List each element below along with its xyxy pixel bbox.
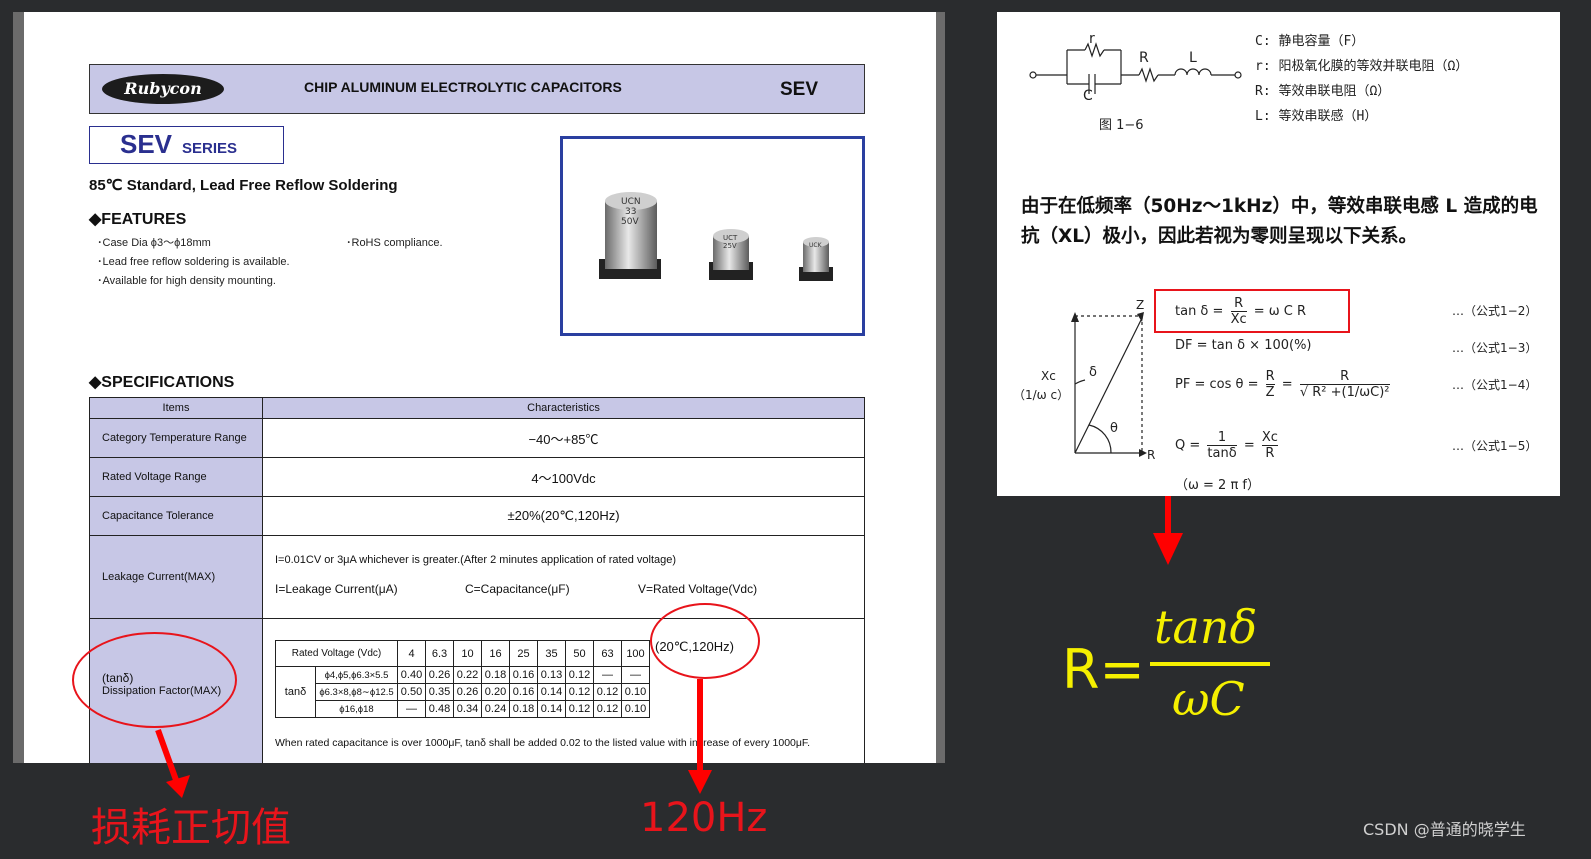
equation-1: tan δ = R Xc = ω C R [1175, 296, 1306, 327]
eq3-num2: R [1299, 369, 1390, 385]
eq3-den1: Z [1265, 385, 1275, 400]
result-denominator: ωC [1172, 672, 1245, 726]
equation-5: （ω = 2 π f） [1175, 478, 1260, 493]
eq1-rhs: = ω C R [1253, 304, 1307, 319]
eq4-den1: tanδ [1207, 446, 1237, 461]
eq3-den2: √ R² +(1/ωC)² [1299, 385, 1390, 400]
result-lhs: R= [1062, 638, 1145, 701]
textbook-excerpt: r C R L 图 1−6 Z Xc （1/ω c） δ θ R C: 静电容量… [997, 12, 1560, 496]
eq1-num: R [1230, 296, 1247, 312]
equation-3: PF = cos θ = RZ = R √ R² +(1/ωC)² [1175, 369, 1393, 400]
eq1-den: Xc [1230, 312, 1247, 327]
eq4-num2: Xc [1261, 430, 1278, 446]
eq4-num1: 1 [1207, 430, 1237, 446]
vector-label-xc2: （1/ω c） [1013, 388, 1069, 402]
eq4-lhs: Q = [1175, 438, 1201, 453]
vector-label-theta: θ [1110, 421, 1118, 436]
eq1-lhs: tan δ = [1175, 304, 1224, 319]
figure-caption: 图 1−6 [1099, 118, 1144, 133]
eq3-lhs: PF = cos θ = [1175, 377, 1259, 392]
eq3-id: …（公式1−4） [1452, 378, 1538, 392]
eq4-id: …（公式1−5） [1452, 439, 1538, 453]
legend-item: C: 静电容量（F） [1255, 34, 1365, 49]
eq1-id: …（公式1−2） [1452, 304, 1538, 318]
result-numerator: tanδ [1154, 600, 1258, 654]
circuit-label-r: r [1089, 31, 1095, 47]
eq3-eq: = [1281, 377, 1293, 392]
annotation-freq: 120Hz [640, 795, 768, 841]
eq4-den2: R [1265, 446, 1275, 461]
vector-label-r: R [1147, 448, 1155, 462]
vector-label-xc: Xc [1041, 369, 1056, 383]
watermark: CSDN @普通的晓学生 [1363, 820, 1526, 839]
legend-item: r: 阳极氧化膜的等效并联电阻（Ω） [1255, 59, 1469, 74]
eq3-num1: R [1265, 369, 1275, 385]
equation-2: DF = tan δ × 100(%) [1175, 338, 1312, 353]
equation-4: Q = 1 tanδ = Xc R [1175, 430, 1281, 461]
circuit-label-L: L [1189, 50, 1197, 66]
vector-label-delta: δ [1089, 365, 1097, 380]
body-paragraph: 由于在低频率（50Hz～1kHz）中，等效串联电感 L 造成的电抗（XL）极小，… [1021, 196, 1538, 247]
eq2-id: …（公式1−3） [1452, 341, 1538, 355]
fraction-bar [1150, 662, 1270, 666]
annotation-loss-tangent: 损耗正切值 [91, 805, 291, 851]
circuit-label-R: R [1139, 50, 1149, 66]
circuit-label-c: C [1083, 88, 1093, 104]
vector-label-z: Z [1136, 298, 1144, 312]
eq4-eq: = [1243, 438, 1255, 453]
legend-item: R: 等效串联电阻（Ω） [1255, 84, 1391, 99]
legend-item: L: 等效串联感（H） [1255, 109, 1378, 124]
